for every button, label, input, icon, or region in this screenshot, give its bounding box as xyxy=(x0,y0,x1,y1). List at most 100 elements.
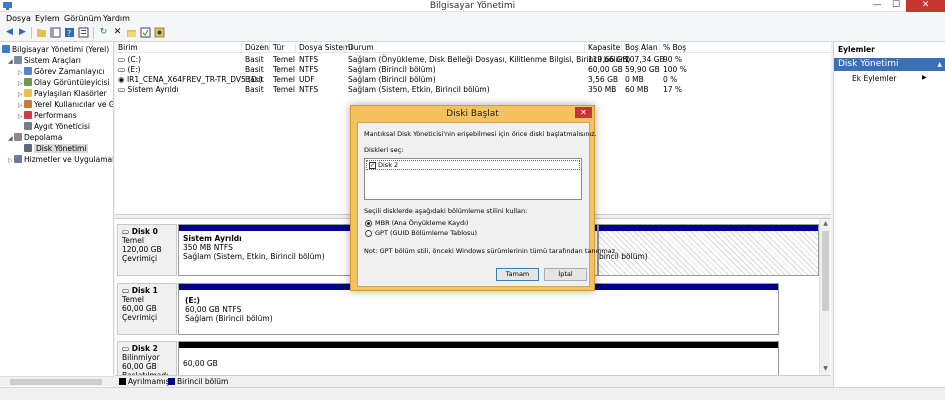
settings-icon[interactable] xyxy=(154,27,165,38)
legend-swatch-unallocated xyxy=(119,378,126,385)
refresh-icon[interactable]: ↻ xyxy=(98,27,109,38)
disk-size: 60,00 GB xyxy=(122,304,157,313)
disk-2[interactable]: ▭ Disk 2 Bilinmiyor 60,00 GB Başlatılmad… xyxy=(117,341,819,375)
disk-type: Temel xyxy=(122,295,144,304)
table-row[interactable]: ▭ Sistem Ayrıldı Basit Temel NTFS Sağlam… xyxy=(115,85,831,94)
scrollbar-thumb[interactable] xyxy=(10,379,102,385)
disk-state: Çevrimiçi xyxy=(122,254,158,263)
menu-action[interactable]: Eylem xyxy=(35,14,60,23)
disk-info[interactable]: ▭ Disk 0 Temel 120,00 GB Çevrimiçi xyxy=(117,224,177,276)
column-header-status[interactable]: Durum xyxy=(344,43,374,53)
mbr-label[interactable]: MBR (Ana Önyükleme Kaydı) xyxy=(375,219,468,227)
table-row[interactable]: ◉ IR1_CENA_X64FREV_TR-TR_DV5 (D:) Basit … xyxy=(115,75,831,84)
help-icon[interactable]: ? xyxy=(64,27,75,38)
tree-item-local-users[interactable]: ▷ Yerel Kullanıcılar ve Gru xyxy=(18,99,113,110)
actions-section-disk-management[interactable]: Disk Yönetimi ▲ xyxy=(834,58,945,71)
close-button[interactable]: ✕ xyxy=(906,0,945,12)
mbr-radio[interactable] xyxy=(365,220,372,227)
menu-view[interactable]: Görünüm xyxy=(64,14,101,23)
collapse-up-icon[interactable]: ▲ xyxy=(937,58,942,71)
tree-horizontal-scrollbar[interactable] xyxy=(0,376,114,386)
back-arrow-icon[interactable]: ◀ xyxy=(4,27,15,38)
gpt-label[interactable]: GPT (GUID Bölümleme Tablosu) xyxy=(375,229,477,237)
tree-item-system-tools[interactable]: ◢ Sistem Araçları xyxy=(8,55,81,66)
disk-legend: Ayrılmamış Birincil bölüm xyxy=(115,375,831,387)
actions-pane: Eylemler Disk Yönetimi ▲ Ek Eylemler ▶ xyxy=(833,42,945,387)
cancel-button[interactable]: İptal xyxy=(544,268,587,281)
device-manager-icon xyxy=(24,122,32,130)
tree-item-performance[interactable]: ▷ Performans xyxy=(18,110,77,121)
disk-size: 120,00 GB xyxy=(122,245,162,254)
volume-percent-free: 17 % xyxy=(663,85,683,94)
tree-item-device-manager[interactable]: Aygıt Yöneticisi xyxy=(24,121,90,132)
more-actions-label: Ek Eylemler xyxy=(852,74,897,83)
column-header-percent-free[interactable]: % Boş xyxy=(659,43,686,53)
volume-filesystem: NTFS xyxy=(299,85,319,94)
forward-arrow-icon[interactable]: ▶ xyxy=(17,27,28,38)
column-header-free-space[interactable]: Boş Alan xyxy=(621,43,658,53)
partition-unallocated[interactable]: 60,00 GB xyxy=(178,341,779,375)
show-tree-icon[interactable] xyxy=(50,27,61,38)
tree-item-root[interactable]: Bilgisayar Yönetimi (Yerel) xyxy=(2,44,109,55)
menu-help[interactable]: Yardım xyxy=(103,14,130,23)
menu-file[interactable]: Dosya xyxy=(6,14,31,23)
toolbar-divider xyxy=(31,27,32,39)
volume-percent-free: 0 % xyxy=(663,75,678,84)
up-folder-icon[interactable] xyxy=(36,27,47,38)
column-header-layout[interactable]: Düzen xyxy=(241,43,269,53)
legend-swatch-primary xyxy=(168,378,175,385)
title-bar: Bilgisayar Yönetimi — ☐ ✕ xyxy=(0,0,945,12)
table-row[interactable]: ▭ (E:) Basit Temel NTFS Sağlam (Birincil… xyxy=(115,65,831,74)
dialog-close-button[interactable]: ✕ xyxy=(575,107,592,118)
tree-item-event-viewer[interactable]: ▷ Olay Görüntüleyicisi xyxy=(18,77,110,88)
volume-type: Temel xyxy=(273,55,295,64)
partition-status: Sağlam (Sistem, Etkin, Birincil bölüm) xyxy=(183,252,325,261)
disk-pane-vertical-scrollbar[interactable]: ▲ ▼ xyxy=(819,219,830,375)
volume-filesystem: NTFS xyxy=(299,55,319,64)
volume-layout: Basit xyxy=(245,65,264,74)
tree-item-shared-folders[interactable]: ▷ Paylaşılan Klasörler xyxy=(18,88,107,99)
scroll-down-icon[interactable]: ▼ xyxy=(820,365,831,372)
partition-style-label: Seçili disklerde aşağıdaki bölümleme sti… xyxy=(364,207,528,215)
list-item[interactable]: ✓ Disk 2 xyxy=(366,160,580,170)
disk-info[interactable]: ▭ Disk 2 Bilinmiyor 60,00 GB Başlatılmad… xyxy=(117,341,177,375)
more-actions-item[interactable]: Ek Eylemler ▶ xyxy=(852,74,927,83)
scroll-up-icon[interactable]: ▲ xyxy=(820,220,831,227)
checkbox-checked-icon[interactable]: ✓ xyxy=(369,162,376,169)
column-header-capacity[interactable]: Kapasite xyxy=(584,43,620,53)
volume-free-space: 59,90 GB xyxy=(625,65,660,74)
ok-button[interactable]: Tamam xyxy=(496,268,539,281)
window-title: Bilgisayar Yönetimi xyxy=(429,1,516,11)
navigation-tree: Bilgisayar Yönetimi (Yerel) ◢ Sistem Araç… xyxy=(0,42,114,387)
services-icon xyxy=(14,155,22,163)
disk-info[interactable]: ▭ Disk 1 Temel 60,00 GB Çevrimiçi xyxy=(117,283,177,335)
tree-item-disk-management[interactable]: Disk Yönetimi xyxy=(24,143,89,154)
legend-label-primary: Birincil bölüm xyxy=(177,377,229,386)
volume-list-header: Birim Düzen Tür Dosya Sistemi Durum Kapa… xyxy=(115,42,831,53)
tree-item-services[interactable]: ▷ Hizmetler ve Uygulamalar xyxy=(8,154,113,165)
minimize-button[interactable]: — xyxy=(868,0,886,12)
tree-item-storage[interactable]: ◢ Depolama xyxy=(8,132,62,143)
open-folder-icon[interactable] xyxy=(126,27,137,38)
column-header-type[interactable]: Tür xyxy=(269,43,284,53)
column-header-volume[interactable]: Birim xyxy=(115,43,138,53)
volume-name: ◉ IR1_CENA_X64FREV_TR-TR_DV5 (D:) xyxy=(118,75,263,84)
gpt-radio[interactable] xyxy=(365,230,372,237)
partition-text: Sistem Ayrıldı 350 MB NTFS Sağlam (Siste… xyxy=(183,234,325,261)
scrollbar-thumb[interactable] xyxy=(822,231,829,311)
partition-c[interactable]: bincil bölüm) xyxy=(598,224,819,276)
properties-icon[interactable] xyxy=(78,27,89,38)
disk-select-list[interactable]: ✓ Disk 2 xyxy=(364,158,582,200)
tree-item-task-scheduler[interactable]: ▷ Görev Zamanlayıcı xyxy=(18,66,105,77)
table-row[interactable]: ▭ (C:) Basit Temel NTFS Sağlam (Önyüklem… xyxy=(115,55,831,64)
disk-item-label: Disk 2 xyxy=(378,161,399,169)
delete-icon[interactable]: ✕ xyxy=(112,27,123,38)
check-icon[interactable] xyxy=(140,27,151,38)
dialog-intro-text: Mantıksal Disk Yöneticisi'nin erişebilme… xyxy=(364,130,597,138)
computer-icon xyxy=(2,45,10,53)
maximize-button[interactable]: ☐ xyxy=(887,0,905,12)
partition-status: Sağlam (Birincil bölüm) xyxy=(185,314,273,323)
partition-label: Sistem Ayrıldı xyxy=(183,234,242,243)
event-log-icon xyxy=(24,78,32,86)
volume-type: Temel xyxy=(273,65,295,74)
